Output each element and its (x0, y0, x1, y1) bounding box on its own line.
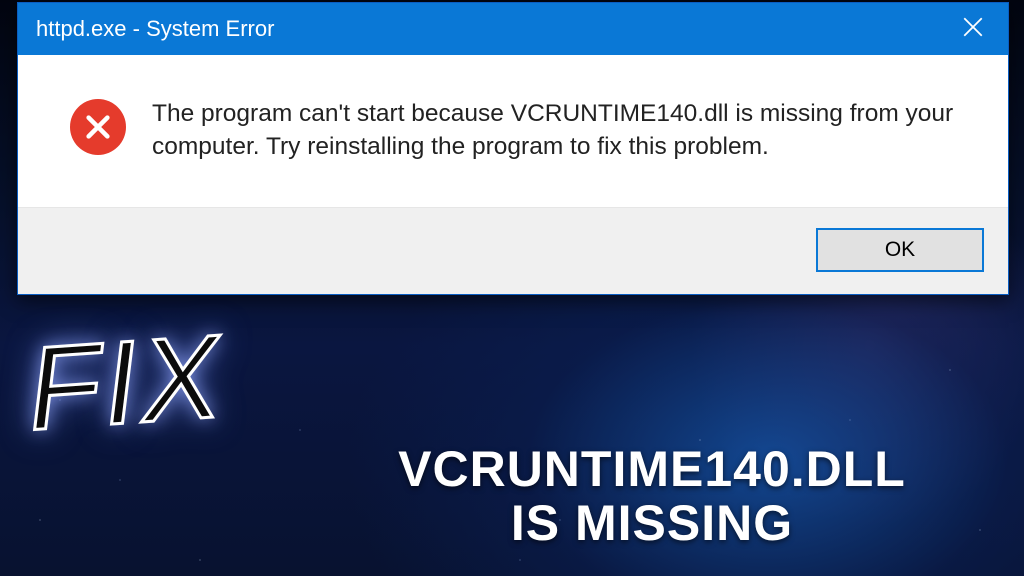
ok-button[interactable]: OK (816, 228, 984, 272)
dialog-body: The program can't start because VCRUNTIM… (18, 55, 1008, 208)
dialog-title: httpd.exe - System Error (36, 16, 274, 42)
caption-line-1: VCRUNTIME140.DLL (300, 442, 1004, 496)
close-icon (963, 17, 983, 42)
dialog-message: The program can't start because VCRUNTIM… (152, 97, 970, 163)
dialog-footer: OK (18, 208, 1008, 294)
close-button[interactable] (938, 3, 1008, 55)
ok-button-label: OK (885, 238, 915, 262)
error-dialog: httpd.exe - System Error The program can… (17, 2, 1009, 295)
caption-line-2: IS MISSING (300, 496, 1004, 550)
dialog-titlebar[interactable]: httpd.exe - System Error (18, 3, 1008, 55)
overlay-fix-text: FIX (25, 323, 228, 443)
overlay-caption: VCRUNTIME140.DLL IS MISSING (300, 442, 1004, 550)
error-icon (70, 99, 126, 155)
